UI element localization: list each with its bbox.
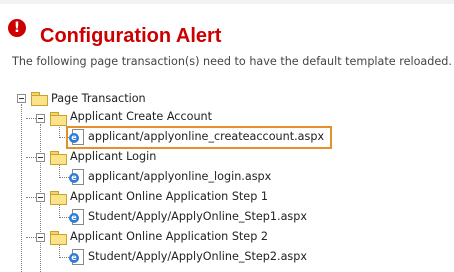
tree-line — [21, 104, 22, 272]
tree-line — [59, 204, 60, 218]
folder-icon — [50, 112, 67, 126]
tree-page-label[interactable]: Student/Apply/ApplyOnline_Step1.aspx — [88, 210, 307, 224]
tree-line — [59, 244, 60, 258]
tree-line — [59, 177, 69, 178]
tree-group-label[interactable]: Applicant Online Application Step 2 — [70, 230, 268, 244]
tree-line — [59, 217, 69, 218]
ie-page-icon: e — [69, 209, 84, 225]
tree-line — [59, 164, 60, 178]
top-border — [0, 0, 454, 4]
folder-icon — [50, 151, 67, 165]
tree-page-label[interactable]: Student/Apply/ApplyOnline_Step2.aspx — [88, 250, 307, 264]
tree-line — [26, 157, 36, 158]
tree-line — [26, 118, 36, 119]
tree-node-root-label[interactable]: Page Transaction — [51, 92, 146, 106]
tree-line — [26, 197, 36, 198]
collapse-toggle-root[interactable] — [17, 94, 26, 103]
tree-line — [59, 124, 60, 138]
ie-page-icon: e — [69, 249, 84, 265]
tree-line — [59, 257, 69, 258]
page-title: Configuration Alert — [40, 25, 222, 47]
ie-page-icon: e — [69, 169, 84, 185]
folder-icon — [31, 92, 48, 106]
folder-icon — [50, 191, 67, 205]
highlight-box — [66, 126, 332, 149]
collapse-toggle-group[interactable] — [36, 114, 45, 123]
tree-group-label[interactable]: Applicant Online Application Step 1 — [70, 190, 268, 204]
alert-icon: ! — [8, 19, 26, 37]
tree-group-label[interactable]: Applicant Login — [70, 150, 156, 164]
tree-page-label[interactable]: applicant/applyonline_login.aspx — [88, 170, 271, 184]
tree-group-label[interactable]: Applicant Create Account — [70, 110, 212, 124]
folder-icon — [50, 231, 67, 245]
collapse-toggle-group[interactable] — [36, 153, 45, 162]
collapse-toggle-group[interactable] — [36, 193, 45, 202]
tree-line — [26, 237, 36, 238]
collapse-toggle-group[interactable] — [36, 233, 45, 242]
alert-description: The following page transaction(s) need t… — [12, 55, 452, 68]
